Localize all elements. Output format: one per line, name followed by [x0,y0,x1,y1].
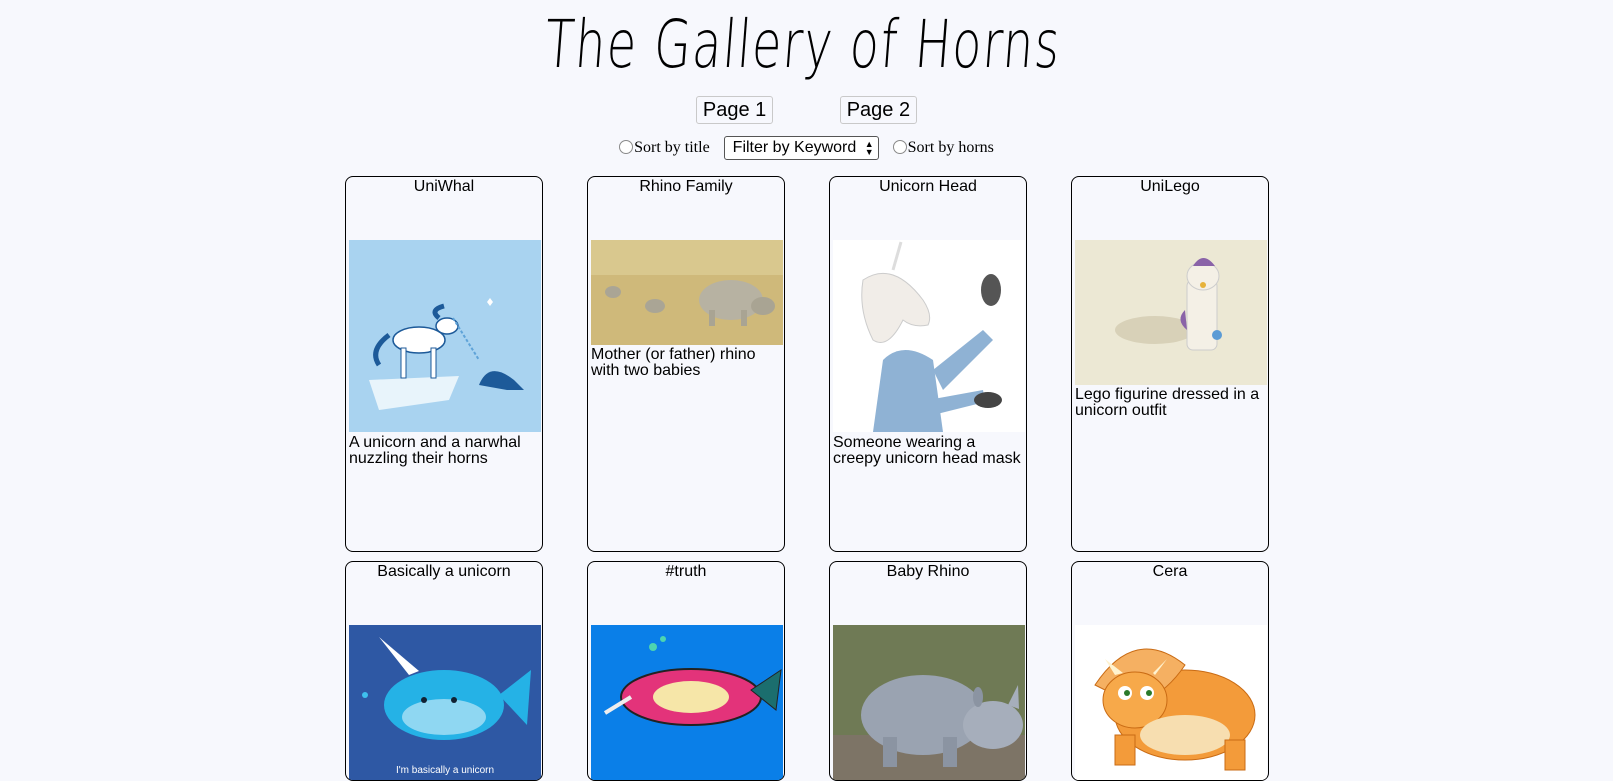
card-description: Someone wearing a creepy unicorn head ma… [833,434,1021,467]
narwhal-unicorn-image [591,625,783,780]
gallery-card[interactable]: #truth [587,561,785,781]
triceratops-image [1075,625,1267,780]
card-description: A unicorn and a narwhal nuzzling their h… [349,434,521,467]
baby-rhino-image [833,625,1025,780]
keyword-filter-value: Filter by Keyword [732,139,857,156]
gallery-card[interactable]: Rhino Family Mother (or father) rhino wi… [587,176,785,552]
keyword-filter-select[interactable]: Filter by Keyword ▲ ▼ [723,136,879,160]
gallery-card[interactable]: UniWhal A unicorn and a narwhal nuzzling… [345,176,543,552]
sort-by-horns-radio[interactable] [892,140,907,154]
sort-by-horns-option[interactable]: Sort by horns [892,139,994,157]
unicorn-mask-image [833,240,1025,432]
rhino-family-image [591,240,783,345]
card-title: #truth [665,563,707,580]
unicorn-narwhal-image [349,240,541,432]
card-title: Unicorn Head [879,178,977,195]
sort-by-title-label: Sort by title [634,139,710,156]
select-arrows-icon: ▲ ▼ [864,138,874,157]
card-title: UniWhal [413,178,475,195]
sort-by-title-radio[interactable] [619,140,634,154]
gallery-card[interactable]: Baby Rhino [829,561,1027,781]
card-title: UniLego [1140,178,1200,195]
card-title: Basically a unicorn [377,563,511,580]
card-description: Lego figurine dressed in a unicorn outfi… [1075,386,1260,419]
card-title: Baby Rhino [886,563,970,580]
sort-filter-controls: Sort by title Filter by Keyword ▲ ▼ Sort … [0,136,1613,160]
image-caption: I'm basically a unicorn [395,765,495,776]
gallery-card[interactable]: Unicorn Head Someone wearing a creepy un… [829,176,1027,552]
sort-by-horns-label: Sort by horns [907,139,994,156]
gallery-card[interactable]: Cera [1071,561,1269,781]
narwhal-cartoon-image: I'm basically a unicorn [349,625,541,780]
page-2-button[interactable]: Page 2 [839,96,918,124]
pagination: Page 1 Page 2 [0,96,1613,124]
card-title: Rhino Family [639,178,733,195]
sort-by-title-option[interactable]: Sort by title [619,139,710,157]
card-title: Cera [1152,563,1188,580]
gallery-card[interactable]: Basically a unicorn I'm basically a unic… [345,561,543,781]
page-title: The Gallery of Horns [542,6,1064,83]
card-description: Mother (or father) rhino with two babies [591,346,756,379]
gallery-card[interactable]: UniLego Lego figurine dressed in a unico… [1071,176,1269,552]
page-1-button[interactable]: Page 1 [695,96,774,124]
lego-unicorn-image [1075,240,1267,385]
